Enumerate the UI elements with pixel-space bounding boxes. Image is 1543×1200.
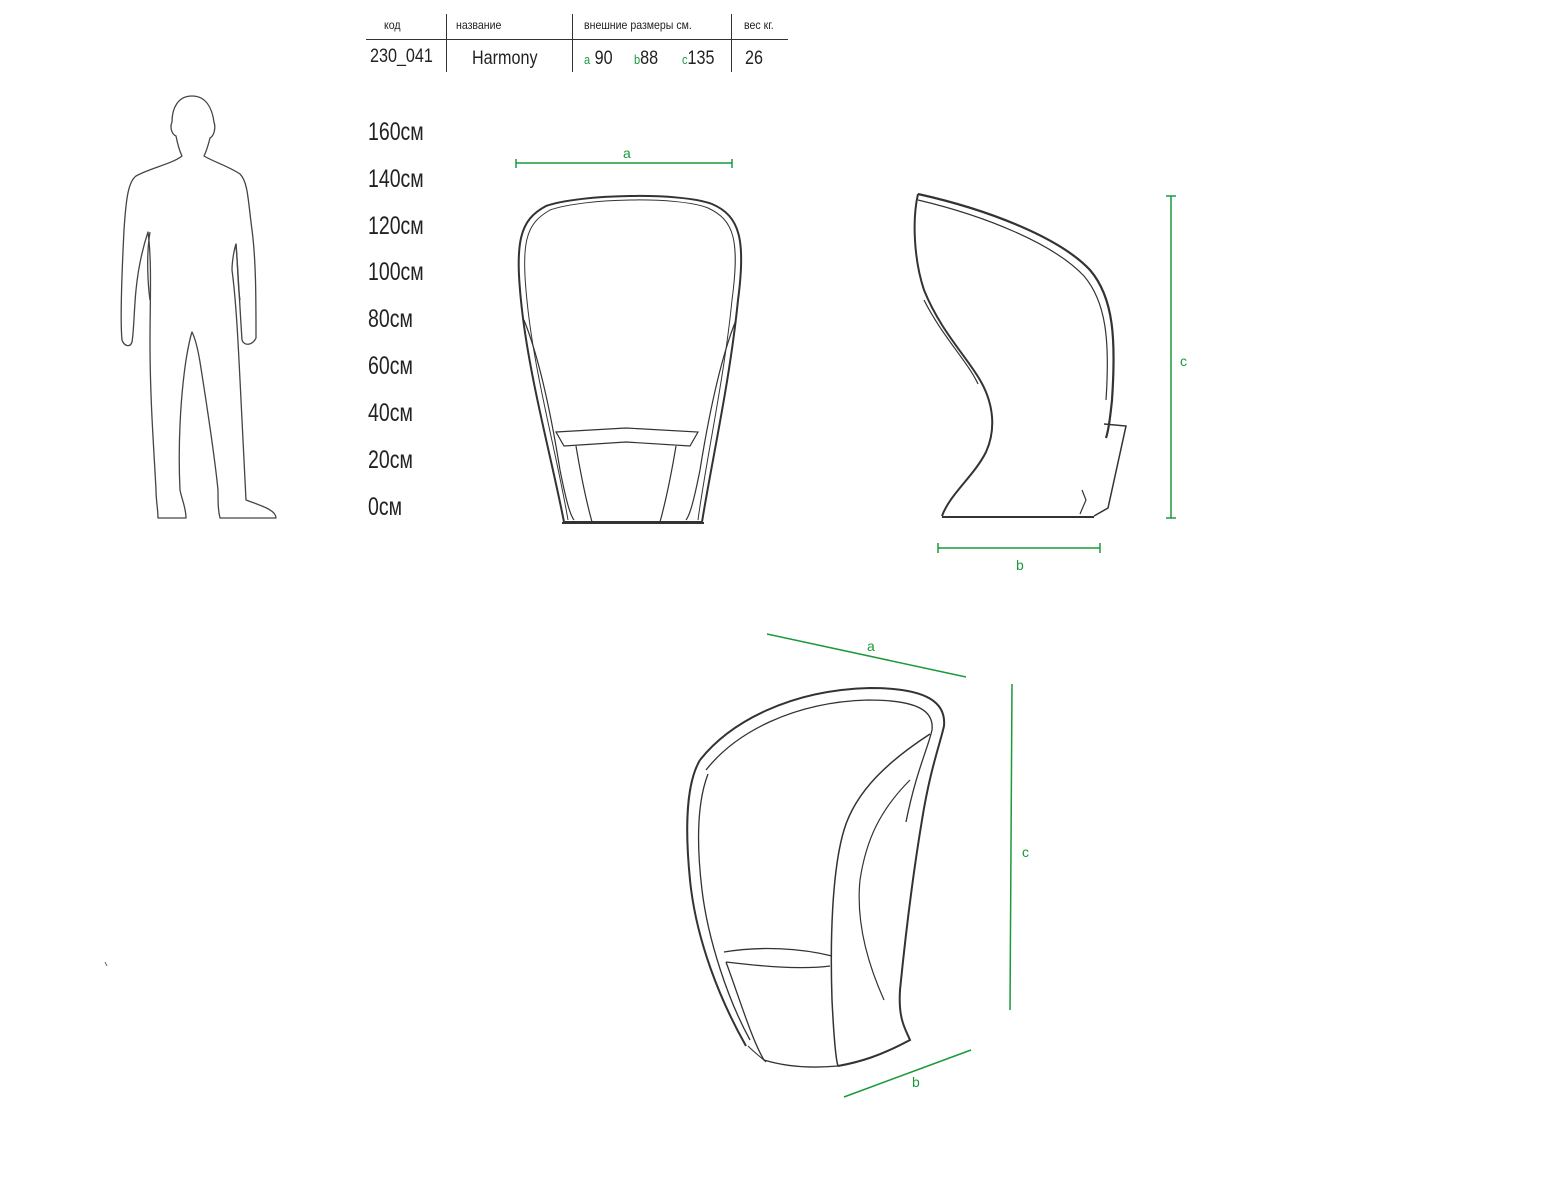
human-silhouette-icon: [120, 95, 277, 519]
dimension-c-iso: [1009, 683, 1013, 1011]
label-b-side: b: [1016, 557, 1024, 573]
chair-front-view: [517, 194, 743, 524]
chair-isometric-view: [686, 686, 946, 1068]
label-c-iso: c: [1022, 844, 1029, 860]
label-a-front: a: [623, 145, 631, 161]
dimension-b-iso: [843, 1049, 972, 1098]
label-a-iso: a: [867, 638, 875, 654]
label-c-side: c: [1180, 353, 1187, 369]
chair-side-view: [913, 192, 1127, 518]
drawings: a c b a c b: [104, 95, 1187, 1098]
dimension-b-side: [937, 543, 1101, 553]
dimension-c-side: [1166, 195, 1176, 519]
label-b-iso: b: [912, 1074, 920, 1090]
stray-mark: [104, 961, 108, 967]
